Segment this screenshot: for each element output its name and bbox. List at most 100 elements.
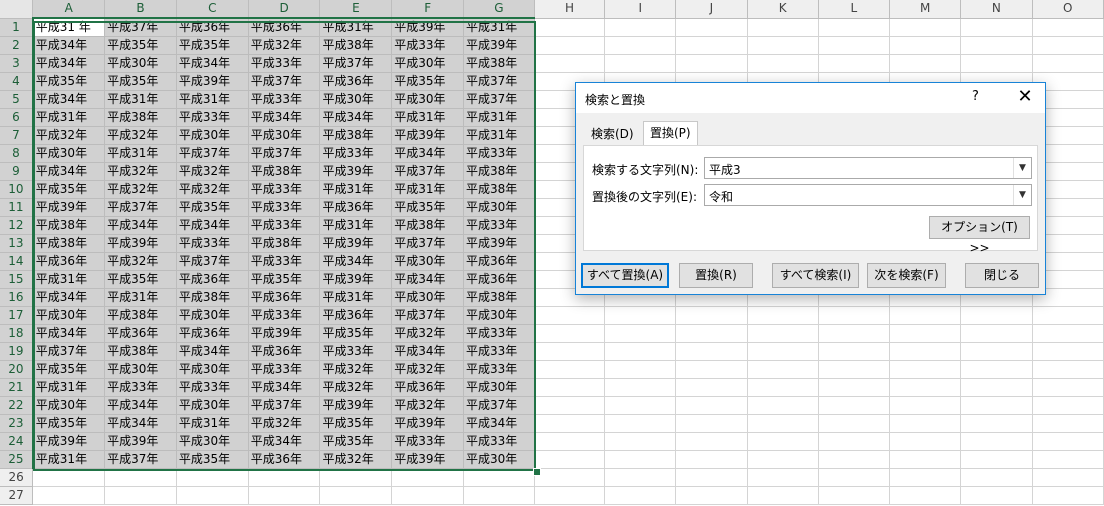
cell[interactable]: 平成33年 — [463, 324, 535, 343]
cell[interactable]: 平成30年 — [463, 306, 535, 325]
cell[interactable]: 平成38年 — [104, 108, 177, 127]
cell[interactable]: 平成30年 — [248, 126, 321, 145]
cell[interactable]: 平成30年 — [32, 396, 106, 415]
cell[interactable]: 平成30年 — [391, 288, 465, 307]
cell[interactable]: 平成34年 — [248, 378, 321, 397]
row-header[interactable]: 13 — [0, 234, 34, 253]
cell[interactable] — [675, 468, 748, 487]
cell[interactable] — [818, 360, 891, 379]
cell[interactable]: 平成31年 — [463, 108, 535, 127]
cell[interactable]: 平成33年 — [463, 144, 535, 163]
cell[interactable]: 平成33年 — [176, 234, 249, 253]
cell[interactable]: 平成34年 — [319, 252, 393, 271]
cell[interactable] — [818, 18, 891, 37]
close-icon[interactable]: ✕ — [1013, 86, 1037, 108]
column-header[interactable]: N — [960, 0, 1033, 19]
cell[interactable] — [889, 324, 962, 343]
cell[interactable] — [604, 450, 677, 469]
cell[interactable]: 平成37年 — [391, 306, 465, 325]
cell[interactable] — [32, 486, 106, 505]
cell[interactable]: 平成30年 — [32, 306, 106, 325]
cell[interactable] — [747, 414, 819, 433]
cell[interactable] — [960, 468, 1033, 487]
cell[interactable] — [818, 342, 891, 361]
cell[interactable]: 平成31年 — [32, 270, 106, 289]
cell[interactable] — [1032, 414, 1104, 433]
cell[interactable]: 平成30年 — [391, 90, 465, 109]
cell[interactable] — [604, 360, 677, 379]
cell[interactable]: 平成30年 — [391, 252, 465, 271]
cell[interactable]: 平成33年 — [248, 54, 321, 73]
row-header[interactable]: 9 — [0, 162, 34, 181]
cell[interactable] — [747, 450, 819, 469]
cell[interactable]: 平成38年 — [248, 162, 321, 181]
cell[interactable]: 平成31年 — [319, 216, 393, 235]
cell[interactable]: 平成30年 — [463, 198, 535, 217]
cell[interactable]: 平成32年 — [176, 162, 249, 181]
row-header[interactable]: 23 — [0, 414, 34, 433]
cell[interactable] — [747, 396, 819, 415]
column-header[interactable]: K — [747, 0, 819, 19]
row-header[interactable]: 2 — [0, 36, 34, 55]
cell[interactable]: 平成39年 — [32, 198, 106, 217]
cell[interactable]: 平成33年 — [176, 108, 249, 127]
chevron-down-icon[interactable]: ▼ — [1013, 158, 1031, 178]
cell[interactable]: 平成35年 — [104, 270, 177, 289]
cell[interactable]: 平成33年 — [248, 216, 321, 235]
cell[interactable] — [960, 378, 1033, 397]
cell[interactable]: 平成34年 — [104, 414, 177, 433]
cell[interactable]: 平成35年 — [319, 414, 393, 433]
cell[interactable]: 平成39年 — [463, 234, 535, 253]
cell[interactable]: 平成34年 — [391, 144, 465, 163]
cell[interactable] — [675, 486, 748, 505]
cell[interactable] — [747, 486, 819, 505]
cell[interactable]: 平成32年 — [104, 252, 177, 271]
cell[interactable] — [534, 324, 606, 343]
cell[interactable] — [747, 342, 819, 361]
cell[interactable]: 平成33年 — [248, 252, 321, 271]
cell[interactable]: 平成34年 — [32, 288, 106, 307]
column-header[interactable]: I — [604, 0, 677, 19]
cell[interactable] — [391, 486, 465, 505]
cell[interactable]: 平成37年 — [248, 72, 321, 91]
cell[interactable]: 平成38年 — [319, 36, 393, 55]
find-input[interactable]: 平成3 ▼ — [704, 157, 1032, 179]
cell[interactable]: 平成35年 — [319, 432, 393, 451]
cell[interactable] — [889, 306, 962, 325]
tab-replace[interactable]: 置換(P) — [643, 121, 698, 147]
cell[interactable] — [604, 324, 677, 343]
cell[interactable] — [104, 486, 177, 505]
cell[interactable]: 平成38年 — [104, 306, 177, 325]
cell[interactable] — [1032, 360, 1104, 379]
cell[interactable]: 平成31年 — [463, 18, 535, 37]
cell[interactable]: 平成36年 — [104, 324, 177, 343]
cell[interactable] — [534, 450, 606, 469]
cell[interactable] — [534, 54, 606, 73]
cell[interactable]: 平成35年 — [32, 72, 106, 91]
cell[interactable] — [604, 396, 677, 415]
cell[interactable]: 平成38年 — [319, 126, 393, 145]
find-next-button[interactable]: 次を検索(F) — [867, 263, 946, 288]
chevron-down-icon[interactable]: ▼ — [1013, 185, 1031, 205]
cell[interactable]: 平成39年 — [319, 396, 393, 415]
row-header[interactable]: 25 — [0, 450, 34, 469]
cell[interactable] — [1032, 468, 1104, 487]
cell[interactable] — [818, 36, 891, 55]
cell[interactable] — [604, 306, 677, 325]
cell[interactable]: 平成34年 — [248, 108, 321, 127]
column-header[interactable]: E — [319, 0, 393, 19]
cell[interactable]: 平成39年 — [319, 162, 393, 181]
cell[interactable]: 平成37年 — [463, 72, 535, 91]
cell[interactable]: 平成37年 — [104, 198, 177, 217]
cell[interactable] — [604, 36, 677, 55]
replace-button[interactable]: 置換(R) — [679, 263, 753, 288]
cell[interactable]: 平成31年 — [319, 180, 393, 199]
cell[interactable]: 平成31年 — [319, 18, 393, 37]
cell[interactable]: 平成31年 — [32, 378, 106, 397]
cell[interactable]: 平成37年 — [248, 144, 321, 163]
cell[interactable] — [818, 432, 891, 451]
cell[interactable]: 平成30年 — [32, 144, 106, 163]
cell[interactable]: 平成39年 — [391, 414, 465, 433]
cell[interactable]: 平成30年 — [391, 54, 465, 73]
cell[interactable] — [675, 450, 748, 469]
